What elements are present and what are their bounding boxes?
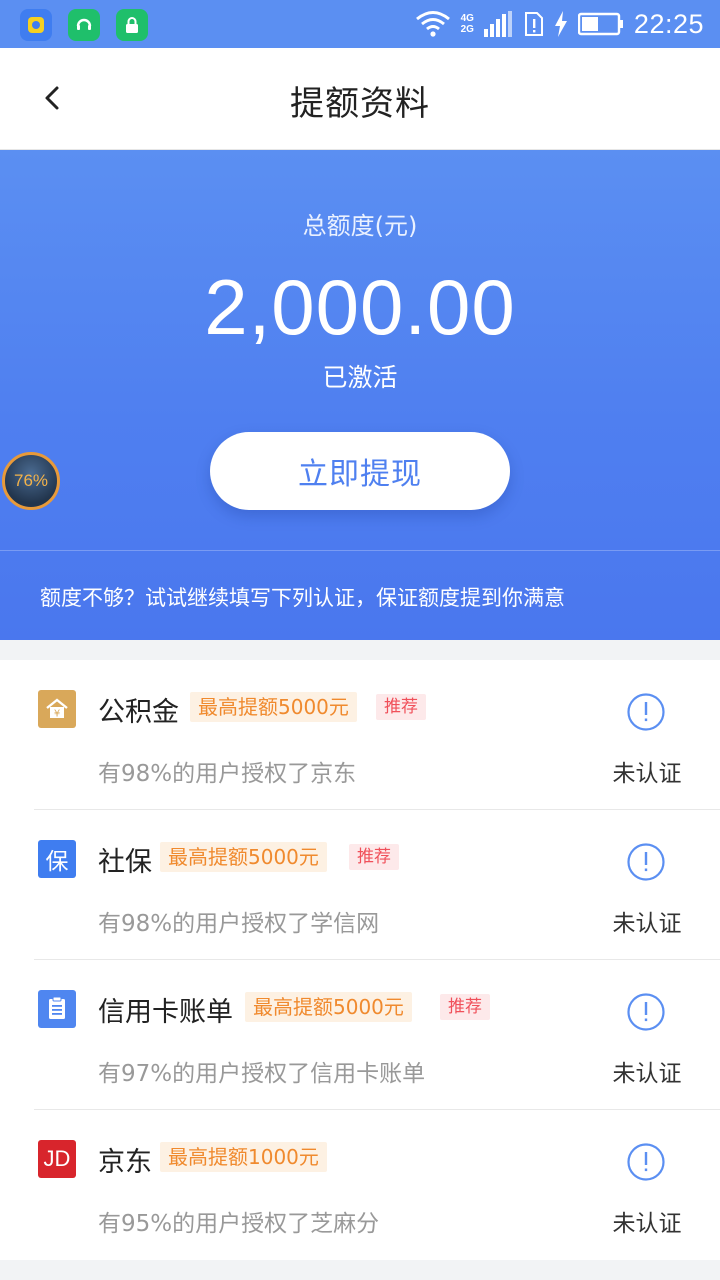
list-item-housing-fund[interactable]: ¥ 公积金 最高提额5000元 推荐 有98%的用户授权了京东 未认证	[0, 660, 720, 810]
info-icon	[627, 843, 665, 881]
recommend-tag: 推荐	[349, 844, 399, 870]
status-indicators: 4G 2G 22:25	[415, 0, 704, 48]
jd-icon: JD	[38, 1140, 76, 1178]
verify-status: 未认证	[612, 761, 682, 787]
verify-status: 未认证	[612, 1061, 682, 1087]
limit-tag: 最高提额5000元	[245, 992, 412, 1022]
status-bar: 4G 2G 22:25	[0, 0, 720, 48]
floating-ball-percent: 76%	[13, 471, 49, 490]
limit-tip: 额度不够？试试继续填写下列认证，保证额度提到你满意	[40, 586, 565, 610]
credit-summary: 总额度(元) 2,000.00 已激活 立即提现 额度不够？试试继续填写下列认证…	[0, 150, 720, 640]
network-top-label: 4G	[460, 13, 474, 24]
svg-text:¥: ¥	[54, 709, 60, 720]
item-name: 信用卡账单	[98, 997, 233, 1028]
item-description: 有95%的用户授权了芝麻分	[98, 1211, 380, 1237]
bill-icon	[38, 990, 76, 1028]
info-icon	[627, 1143, 665, 1181]
verify-status: 未认证	[612, 1211, 682, 1237]
lock-icon	[116, 9, 148, 41]
network-bottom-label: 2G	[460, 24, 474, 35]
hero-divider	[0, 550, 720, 551]
limit-tag: 最高提额5000元	[160, 842, 327, 872]
list-item-credit-card-bill[interactable]: 信用卡账单 最高提额5000元 推荐 有97%的用户授权了信用卡账单 未认证	[0, 960, 720, 1110]
verify-status: 未认证	[612, 911, 682, 937]
wifi-icon	[415, 11, 450, 37]
app-notification-icon	[20, 9, 52, 41]
item-description: 有98%的用户授权了学信网	[98, 911, 380, 937]
network-type: 4G 2G	[461, 13, 474, 35]
item-name: 京东	[98, 1147, 152, 1178]
headset-icon	[68, 9, 100, 41]
status-time: 22:25	[633, 8, 704, 39]
limit-tag: 最高提额1000元	[160, 1142, 327, 1172]
floating-memory-ball[interactable]: 76%	[2, 452, 60, 510]
withdraw-button[interactable]: 立即提现	[210, 432, 510, 510]
list-item-social-security[interactable]: 保 社保 最高提额5000元 推荐 有98%的用户授权了学信网 未认证	[0, 810, 720, 960]
verification-list: ¥ 公积金 最高提额5000元 推荐 有98%的用户授权了京东 未认证 保 社保…	[0, 660, 720, 1260]
house-fund-icon: ¥	[38, 690, 76, 728]
total-limit-amount: 2,000.00	[204, 263, 516, 351]
info-icon	[627, 693, 665, 731]
sim-alert-icon	[524, 12, 543, 36]
social-security-icon: 保	[38, 840, 76, 878]
info-icon	[627, 993, 665, 1031]
list-item-jd[interactable]: JD 京东 最高提额1000元 有95%的用户授权了芝麻分 未认证	[0, 1110, 720, 1260]
jd-icon-label: JD	[43, 1146, 71, 1171]
recommend-tag: 推荐	[376, 694, 426, 720]
page-title: 提额资料	[290, 84, 430, 124]
item-description: 有98%的用户授权了京东	[98, 761, 357, 787]
header: 提额资料	[0, 48, 720, 150]
item-description: 有97%的用户授权了信用卡账单	[98, 1061, 426, 1087]
charging-icon	[554, 11, 567, 37]
battery-icon	[577, 12, 623, 36]
signal-icon	[483, 11, 512, 37]
item-name: 社保	[98, 847, 152, 878]
recommend-tag: 推荐	[440, 994, 490, 1020]
item-name: 公积金	[98, 697, 179, 728]
total-limit-label: 总额度(元)	[302, 212, 418, 240]
activation-status: 已激活	[322, 363, 398, 392]
social-security-icon-label: 保	[45, 849, 69, 875]
limit-tag: 最高提额5000元	[190, 692, 357, 722]
